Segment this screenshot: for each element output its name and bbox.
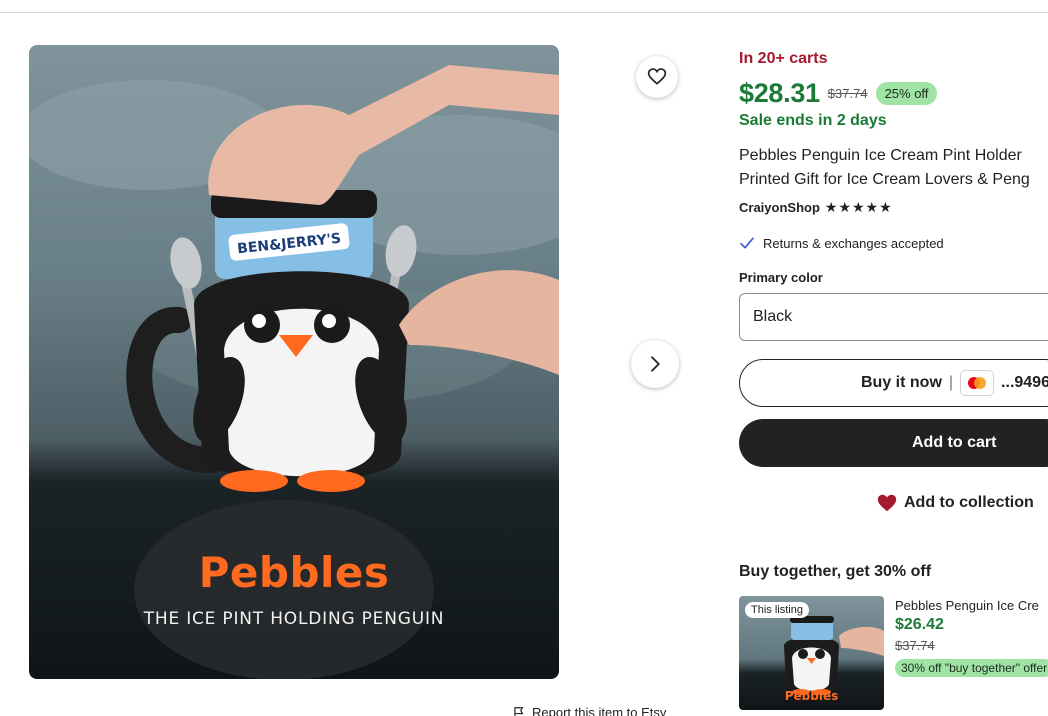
thumbnail-brand-title: Pebbles bbox=[784, 689, 839, 703]
buy-it-now-label: Buy it now bbox=[861, 374, 942, 391]
returns-info: Returns & exchanges accepted bbox=[739, 235, 944, 251]
original-price: $37.74 bbox=[827, 86, 868, 101]
bundle-offer-badge: 30% off "buy together" offer bbox=[895, 659, 1048, 677]
bundle-listing-thumbnail[interactable]: This listing Pebbles bbox=[739, 596, 884, 710]
report-item-link[interactable]: Report this item to Etsy bbox=[512, 705, 666, 716]
favorite-button[interactable] bbox=[636, 56, 678, 98]
shop-name-link[interactable]: CraiyonShop bbox=[739, 200, 820, 215]
price-row: $28.31 $37.74 25% off bbox=[739, 78, 938, 109]
next-image-button[interactable] bbox=[631, 340, 679, 388]
add-to-cart-button[interactable]: Add to cart bbox=[739, 419, 1048, 467]
this-listing-badge: This listing bbox=[745, 602, 809, 618]
top-divider bbox=[0, 12, 1048, 13]
product-title-line-1: Pebbles Penguin Ice Cream Pint Holder bbox=[739, 147, 1022, 164]
heart-icon bbox=[647, 68, 667, 85]
returns-label: Returns & exchanges accepted bbox=[763, 235, 944, 251]
current-price: $28.31 bbox=[739, 78, 820, 108]
check-icon bbox=[740, 237, 754, 249]
star-rating[interactable]: ★★★★★ bbox=[825, 199, 893, 216]
image-brand-subtitle: THE ICE PINT HOLDING PENGUIN bbox=[143, 609, 445, 629]
bundle-item-original-price: $37.74 bbox=[895, 638, 935, 653]
mastercard-icon bbox=[960, 370, 995, 396]
primary-color-label: Primary color bbox=[739, 270, 823, 285]
add-to-collection-button[interactable]: Add to collection bbox=[876, 492, 1034, 514]
primary-color-select[interactable]: Black bbox=[739, 293, 1048, 341]
product-title-line-2: Printed Gift for Ice Cream Lovers & Peng bbox=[739, 171, 1030, 188]
buy-it-now-button[interactable]: Buy it now | ...9496 bbox=[739, 359, 1048, 407]
product-title: Pebbles Penguin Ice Cream Pint Holder Pr… bbox=[739, 144, 1048, 192]
chevron-right-icon bbox=[651, 356, 660, 372]
flag-icon bbox=[514, 706, 524, 716]
report-label: Report this item to Etsy bbox=[532, 705, 667, 716]
sale-ends-text: Sale ends in 2 days bbox=[739, 112, 887, 129]
buy-now-separator: | bbox=[948, 374, 954, 391]
filled-heart-icon bbox=[877, 494, 897, 512]
primary-color-value: Black bbox=[753, 308, 793, 325]
carts-badge: In 20+ carts bbox=[739, 50, 828, 67]
image-brand-title: Pebbles bbox=[198, 548, 390, 597]
buy-together-heading: Buy together, get 30% off bbox=[739, 563, 932, 580]
discount-badge: 25% off bbox=[875, 82, 938, 105]
card-last-digits: ...9496 bbox=[1001, 374, 1048, 391]
bundle-item-price: $26.42 bbox=[895, 616, 944, 633]
bundle-item-name[interactable]: Pebbles Penguin Ice Cre bbox=[895, 598, 1039, 613]
product-main-image[interactable]: BEN&JERRY'S Pebbles THE ICE PINT HOLDING… bbox=[29, 45, 559, 679]
add-to-collection-label: Add to collection bbox=[904, 494, 1034, 511]
shop-info: CraiyonShop ★★★★★ bbox=[739, 199, 893, 216]
